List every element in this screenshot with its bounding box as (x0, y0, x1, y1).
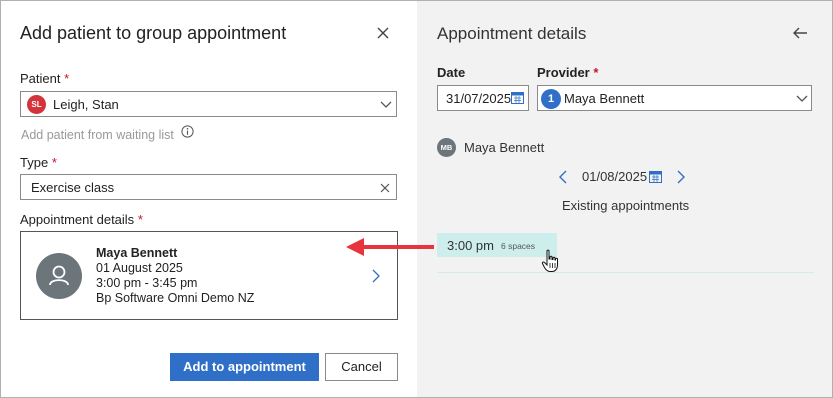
card-date: 01 August 2025 (96, 261, 183, 275)
provider-avatar: MB (437, 138, 456, 157)
chevron-right-icon[interactable] (677, 170, 686, 184)
add-to-appointment-button[interactable]: Add to appointment (170, 353, 319, 381)
divider (437, 272, 814, 273)
panel-title: Appointment details (437, 24, 587, 43)
chevron-down-icon (380, 101, 392, 108)
slot-spaces: 6 spaces (501, 241, 536, 251)
provider-name: Maya Bennett (464, 140, 545, 155)
back-arrow-icon[interactable] (792, 26, 808, 40)
date-label: Date (437, 65, 466, 80)
card-location: Bp Software Omni Demo NZ (96, 291, 255, 305)
appointment-details-label: Appointment details * (20, 212, 143, 227)
patient-select[interactable]: SL Leigh, Stan (20, 91, 397, 117)
cancel-button[interactable]: Cancel (325, 353, 398, 381)
existing-appointments-label: Existing appointments (562, 198, 690, 213)
hand-cursor-icon (541, 249, 558, 272)
waiting-list-link[interactable]: Add patient from waiting list (21, 128, 174, 142)
patient-label: Patient * (20, 71, 70, 86)
patient-value: Leigh, Stan (53, 97, 119, 112)
add-patient-panel: Add patient to group appointment Patient… (1, 1, 417, 397)
card-provider-name: Maya Bennett (96, 246, 178, 260)
dialog-title: Add patient to group appointment (20, 23, 287, 43)
type-field[interactable]: Exercise class (20, 174, 397, 200)
type-label: Type * (20, 155, 57, 170)
card-time: 3:00 pm - 3:45 pm (96, 276, 198, 290)
chevron-left-icon[interactable] (558, 170, 567, 184)
appointment-summary: Maya Bennett 01 August 2025 3:00 pm - 3:… (96, 246, 254, 306)
chevron-down-icon (796, 95, 808, 102)
provider-badge: 1 (541, 89, 561, 109)
calendar-icon[interactable] (511, 91, 524, 104)
date-value: 31/07/2025 (446, 91, 512, 106)
provider-select[interactable]: 1 Maya Bennett (537, 85, 812, 111)
provider-value: Maya Bennett (564, 91, 645, 106)
chevron-right-icon[interactable] (372, 269, 380, 283)
clear-icon[interactable] (380, 183, 390, 193)
provider-label: Provider * (537, 65, 599, 80)
person-icon (36, 253, 82, 299)
type-value: Exercise class (31, 180, 115, 195)
close-icon[interactable] (375, 25, 391, 41)
date-field[interactable]: 31/07/2025 (437, 85, 529, 111)
red-arrow-annotation (346, 238, 434, 256)
appointment-details-panel: Appointment details Date 31/07/2025 Prov… (417, 1, 832, 397)
selected-date: 01/08/2025 (582, 169, 648, 184)
calendar-icon[interactable] (649, 170, 662, 183)
slot-time: 3:00 pm (447, 238, 494, 253)
appointment-card[interactable]: Maya Bennett 01 August 2025 3:00 pm - 3:… (20, 231, 398, 320)
info-icon[interactable] (181, 125, 194, 138)
appointment-slot[interactable]: 3:00 pm 6 spaces (437, 233, 557, 257)
patient-avatar: SL (27, 95, 46, 114)
